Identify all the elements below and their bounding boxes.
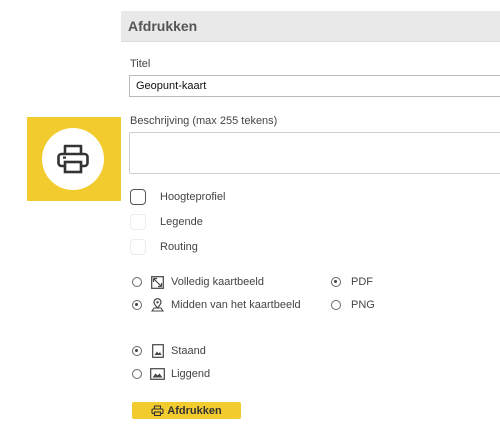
checkbox-label: Legende xyxy=(160,216,203,228)
checkbox-label: Routing xyxy=(160,241,198,253)
radio-label: Midden van het kaartbeeld xyxy=(171,299,301,311)
radio-circle[interactable] xyxy=(331,277,341,287)
checkbox-label: Hoogteprofiel xyxy=(160,191,226,203)
checkbox-routing[interactable]: Routing xyxy=(130,238,198,256)
radio-png[interactable]: PNG xyxy=(331,297,375,313)
checkbox-box[interactable] xyxy=(130,189,146,205)
portrait-icon xyxy=(150,344,165,359)
radio-circle[interactable] xyxy=(132,277,142,287)
panel-title: Afdrukken xyxy=(121,11,500,42)
radio-label: Liggend xyxy=(171,368,211,380)
full-extent-icon xyxy=(150,275,165,290)
radio-label: Volledig kaartbeeld xyxy=(171,276,264,288)
landscape-icon xyxy=(150,367,165,382)
map-pin-icon xyxy=(150,298,165,313)
radio-staand[interactable]: Staand xyxy=(132,343,206,359)
radio-label: PNG xyxy=(351,299,375,311)
checkbox-box[interactable] xyxy=(130,239,146,255)
print-panel: Afdrukken Titel Beschrijving (max 255 te… xyxy=(121,11,500,427)
print-tool-button[interactable] xyxy=(27,117,122,201)
radio-pdf[interactable]: PDF xyxy=(331,274,373,290)
radio-midden-kaartbeeld[interactable]: Midden van het kaartbeeld xyxy=(132,297,301,313)
description-input[interactable] xyxy=(129,132,500,174)
radio-label: Staand xyxy=(171,345,206,357)
printer-icon xyxy=(57,144,89,174)
radio-circle[interactable] xyxy=(331,300,341,310)
radio-circle[interactable] xyxy=(132,300,142,310)
checkbox-box[interactable] xyxy=(130,214,146,230)
description-label: Beschrijving (max 255 tekens) xyxy=(130,115,278,127)
radio-volledig-kaartbeeld[interactable]: Volledig kaartbeeld xyxy=(132,274,264,290)
title-field-label: Titel xyxy=(130,58,151,70)
checkbox-legende[interactable]: Legende xyxy=(130,213,203,231)
radio-circle[interactable] xyxy=(132,369,142,379)
radio-liggend[interactable]: Liggend xyxy=(132,366,210,382)
print-button[interactable]: Afdrukken xyxy=(132,402,241,419)
print-tool-circle xyxy=(42,128,104,190)
printer-icon xyxy=(151,405,164,416)
checkbox-hoogteprofiel[interactable]: Hoogteprofiel xyxy=(130,188,225,206)
title-input[interactable] xyxy=(129,75,500,97)
radio-label: PDF xyxy=(351,276,373,288)
print-button-label: Afdrukken xyxy=(167,404,222,417)
radio-circle[interactable] xyxy=(132,346,142,356)
